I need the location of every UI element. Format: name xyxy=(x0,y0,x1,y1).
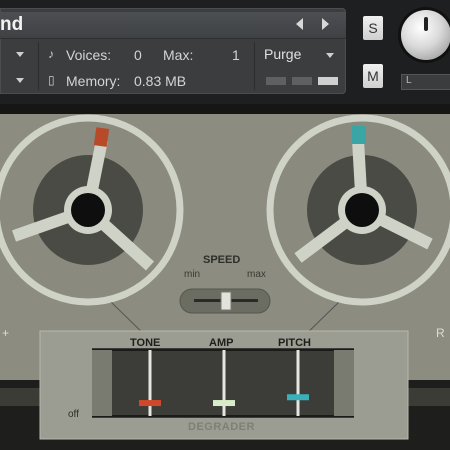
speed-slider[interactable] xyxy=(179,288,271,314)
voices-value: 0 xyxy=(134,47,142,63)
meter-segment xyxy=(318,77,338,85)
volume-channel-label: L xyxy=(406,75,412,86)
max-voices-label: Max: xyxy=(163,47,194,63)
tone-fader[interactable] xyxy=(138,350,162,416)
speed-max-label: max xyxy=(247,269,266,280)
purge-label: Purge xyxy=(264,46,302,62)
voices-note-icon: ♪ xyxy=(48,47,54,61)
volume-slider[interactable]: L xyxy=(401,74,450,90)
mute-button[interactable]: M xyxy=(363,64,383,88)
degrader-title: DEGRADER xyxy=(188,421,255,433)
voices-label: Voices: xyxy=(66,47,112,63)
pitch-fader[interactable] xyxy=(286,350,310,416)
left-tape-reel xyxy=(0,114,184,306)
memory-value: 0.83 MB xyxy=(134,73,187,89)
instrument-title-bar: nd xyxy=(0,12,346,39)
tape-deck-panel: SPEED min max + R TONE AMP PITCH off DEG… xyxy=(0,104,450,450)
speed-min-label: min xyxy=(184,269,201,280)
right-side-label: R xyxy=(436,326,445,340)
amp-fader-label: AMP xyxy=(209,337,234,349)
fader-off-label: off xyxy=(68,409,79,420)
meter-segment xyxy=(266,77,286,85)
solo-button[interactable]: S xyxy=(363,16,383,40)
next-instrument-arrow-icon[interactable] xyxy=(322,18,329,30)
previous-instrument-arrow-icon[interactable] xyxy=(296,18,303,30)
purge-dropdown[interactable]: Purge xyxy=(256,42,344,67)
meter-segment xyxy=(292,77,312,85)
speed-slider-thumb xyxy=(220,291,232,311)
purge-dropdown-arrow-icon xyxy=(326,53,334,58)
left-side-label: + xyxy=(2,326,10,340)
knob-indicator xyxy=(424,17,428,31)
amp-fader[interactable] xyxy=(212,350,236,416)
max-voices-value[interactable]: 1 xyxy=(232,47,240,63)
memory-chip-icon: ▯ xyxy=(48,73,55,87)
pitch-fader-label: PITCH xyxy=(278,337,311,349)
output-dropdown-arrow-icon[interactable] xyxy=(16,52,24,57)
tone-fader-label: TONE xyxy=(130,337,161,349)
divider xyxy=(254,42,255,90)
kontakt-instrument-header: nd ♪ Voices: 0 Max: 1 ▯ Memory: 0.83 MB … xyxy=(0,0,450,104)
tune-knob[interactable] xyxy=(401,10,450,60)
midi-channel-dropdown-arrow-icon[interactable] xyxy=(16,78,24,83)
divider xyxy=(38,42,39,90)
right-tape-reel xyxy=(266,114,450,306)
memory-label: Memory: xyxy=(66,73,121,89)
instrument-name[interactable]: nd xyxy=(0,14,23,36)
speed-label: SPEED xyxy=(203,254,241,266)
